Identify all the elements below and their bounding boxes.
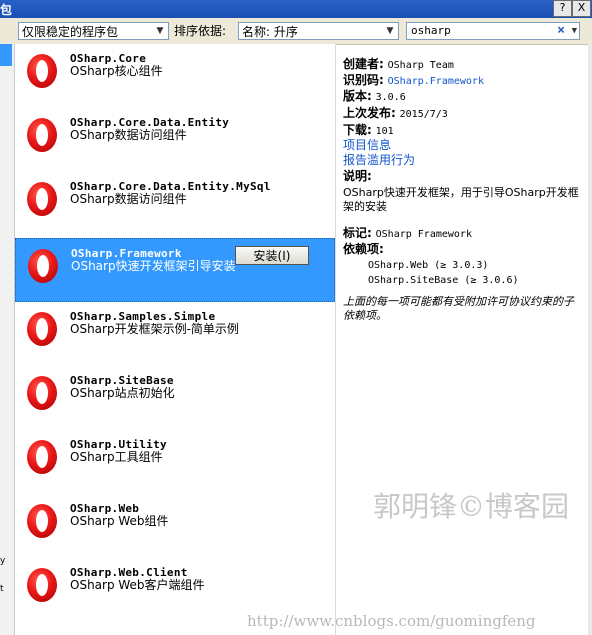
- package-description: OSharp Web客户端组件: [70, 578, 205, 592]
- creator-label: 创建者:: [343, 57, 384, 71]
- creator-value: OSharp Team: [387, 60, 454, 71]
- package-item-osharp-web[interactable]: OSharp.Web OSharp Web组件: [15, 494, 335, 558]
- package-description: OSharp核心组件: [70, 64, 163, 78]
- package-list: OSharp.Core OSharp核心组件 OSharp.Core.Data.…: [15, 44, 335, 635]
- description-label: 说明:: [343, 169, 372, 183]
- selected-source-highlight[interactable]: [0, 44, 12, 66]
- dependency-item: OSharp.Web (≥ 3.0.3): [368, 260, 489, 271]
- published-row: 上次发布: 2015/7/3: [343, 104, 448, 121]
- chevron-down-icon[interactable]: ▼: [572, 23, 577, 39]
- package-item-osharp-core[interactable]: OSharp.Core OSharp核心组件: [15, 44, 335, 108]
- package-description: OSharp工具组件: [70, 450, 163, 464]
- search-input[interactable]: osharp × ▼: [406, 22, 580, 40]
- package-item-osharp-framework[interactable]: OSharp.Framework OSharp快速开发框架引导安装 安装(I): [15, 238, 335, 302]
- opera-logo-icon: [27, 376, 57, 410]
- filter-value: 仅限稳定的程序包: [22, 25, 119, 39]
- tags-label: 标记:: [343, 226, 372, 240]
- package-description: OSharp快速开发框架引导安装: [71, 259, 236, 273]
- opera-logo-icon: [27, 312, 57, 346]
- version-label: 版本:: [343, 89, 372, 103]
- dependency-note: 上面的每一项可能都有受附加许可协议约束的子依赖项。: [343, 295, 574, 322]
- tags-row: 标记: OSharp Framework: [343, 224, 472, 241]
- package-item-osharp-core-data-entity-mysql[interactable]: OSharp.Core.Data.Entity.MySql OSharp数据访问…: [15, 172, 335, 236]
- id-value-link[interactable]: OSharp.Framework: [388, 76, 484, 87]
- panel-divider[interactable]: [335, 44, 336, 635]
- package-item-osharp-sitebase[interactable]: OSharp.SiteBase OSharp站点初始化: [15, 366, 335, 430]
- tags-value: OSharp Framework: [375, 229, 472, 240]
- search-value: osharp: [411, 24, 451, 37]
- left-panel: y t: [0, 44, 15, 635]
- version-row: 版本: 3.0.6: [343, 87, 406, 104]
- id-label: 识别码:: [343, 73, 384, 87]
- sort-dropdown[interactable]: 名称: 升序 ▼: [238, 22, 399, 40]
- close-button[interactable]: X: [572, 0, 591, 17]
- package-description: OSharp开发框架示例-简单示例: [70, 322, 239, 336]
- id-row: 识别码: OSharp.Framework: [343, 71, 484, 88]
- package-item-osharp-samples-simple[interactable]: OSharp.Samples.Simple OSharp开发框架示例-简单示例: [15, 302, 335, 366]
- opera-logo-icon: [28, 249, 58, 283]
- scrollbar[interactable]: [588, 44, 592, 635]
- package-item-osharp-utility[interactable]: OSharp.Utility OSharp工具组件: [15, 430, 335, 494]
- watermark-title: 郭明锋©博客园: [373, 490, 570, 523]
- version-value: 3.0.6: [375, 92, 406, 103]
- clear-icon[interactable]: ×: [557, 23, 565, 39]
- package-description: OSharp数据访问组件: [70, 192, 187, 206]
- creator-row: 创建者: OSharp Team: [343, 55, 454, 72]
- published-label: 上次发布:: [343, 106, 396, 120]
- window-titlebar: 包 ? X: [0, 0, 592, 18]
- opera-logo-icon: [27, 118, 57, 152]
- package-description: OSharp Web组件: [70, 514, 169, 528]
- dependency-item: OSharp.SiteBase (≥ 3.0.6): [368, 275, 519, 286]
- report-abuse-link[interactable]: 报告滥用行为: [343, 151, 415, 168]
- watermark-url: http://www.cnblogs.com/guomingfeng: [247, 612, 536, 630]
- package-description: OSharp数据访问组件: [70, 128, 187, 142]
- opera-logo-icon: [27, 504, 57, 538]
- description-value: OSharp快速开发框架，用于引导OSharp开发框架的安装: [343, 186, 579, 213]
- opera-logo-icon: [27, 182, 57, 216]
- chevron-down-icon: ▼: [386, 26, 394, 36]
- published-value: 2015/7/3: [399, 109, 448, 120]
- opera-logo-icon: [27, 568, 57, 602]
- filter-dropdown[interactable]: 仅限稳定的程序包 ▼: [18, 22, 169, 40]
- left-panel-text: y: [0, 556, 6, 566]
- help-button[interactable]: ?: [553, 0, 572, 17]
- opera-logo-icon: [27, 54, 57, 88]
- install-button[interactable]: 安装(I): [235, 246, 309, 265]
- toolbar: 仅限稳定的程序包 ▼ 排序依据: 名称: 升序 ▼ osharp × ▼: [0, 18, 592, 45]
- downloads-label: 下载:: [343, 123, 372, 137]
- package-description: OSharp站点初始化: [70, 386, 175, 400]
- sort-value: 名称: 升序: [242, 25, 298, 39]
- chevron-down-icon: ▼: [156, 26, 164, 36]
- opera-logo-icon: [27, 440, 57, 474]
- window-title: 包: [0, 3, 13, 17]
- left-panel-text: t: [0, 584, 4, 594]
- sort-label: 排序依据:: [174, 24, 227, 38]
- package-item-osharp-core-data-entity[interactable]: OSharp.Core.Data.Entity OSharp数据访问组件: [15, 108, 335, 172]
- dependencies-label: 依赖项:: [343, 242, 384, 256]
